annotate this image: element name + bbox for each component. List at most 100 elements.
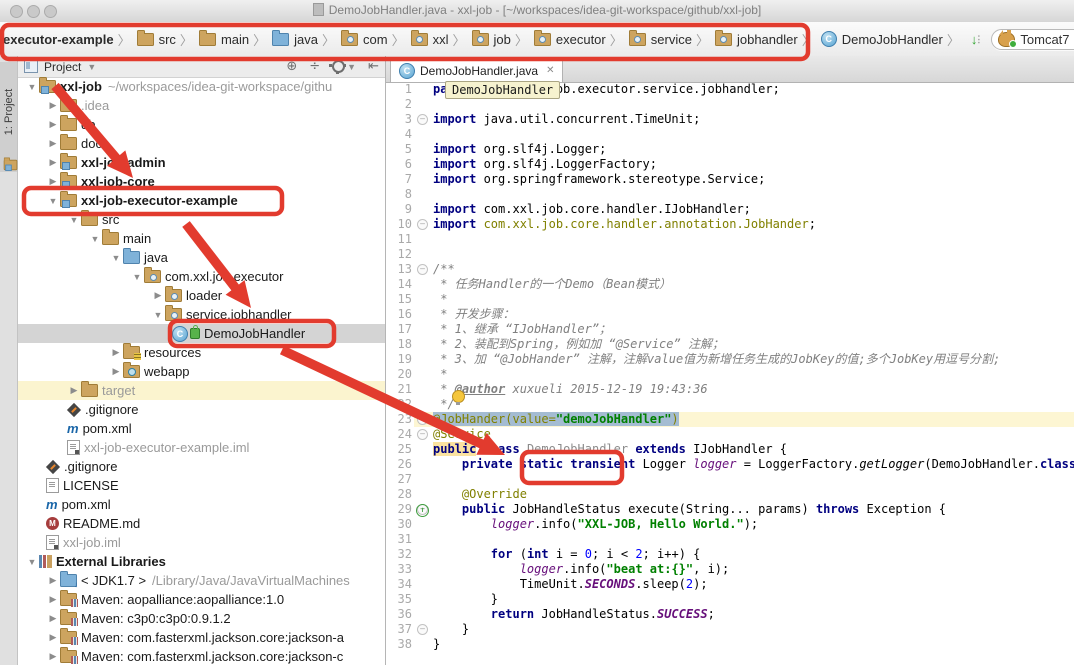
- breadcrumb-item-java[interactable]: java〉: [272, 30, 339, 49]
- collapse-arrow-icon[interactable]: ▼: [25, 82, 39, 92]
- tree-item-pom-xml[interactable]: mpom.xml: [18, 495, 385, 514]
- maven-file-icon: m: [67, 423, 79, 435]
- expand-arrow-icon[interactable]: ▶: [46, 100, 60, 111]
- breadcrumb-item-demojobhandler[interactable]: CDemoJobHandler〉: [821, 30, 964, 49]
- tree-item--gitignore[interactable]: .gitignore: [18, 457, 385, 476]
- tree-item--gitignore[interactable]: .gitignore: [18, 400, 385, 419]
- expand-arrow-icon[interactable]: ▶: [67, 385, 81, 396]
- collapse-arrow-icon[interactable]: ▼: [25, 557, 39, 567]
- breadcrumb-item-service[interactable]: service〉: [629, 30, 713, 49]
- expand-arrow-icon[interactable]: ▶: [46, 157, 60, 168]
- breadcrumb-item-com[interactable]: com〉: [341, 30, 409, 49]
- run-configuration-select[interactable]: Tomcat7 ▼: [991, 29, 1074, 50]
- breadcrumb-label: executor-example: [3, 32, 114, 47]
- locate-file-icon[interactable]: ⊕: [286, 59, 297, 74]
- tree-item-xxl-job[interactable]: ▼xxl-job~/workspaces/idea-git-workspace/…: [18, 77, 385, 96]
- settings-gear-icon[interactable]: ▼: [332, 60, 356, 73]
- maven-file-icon: m: [46, 499, 58, 511]
- collapse-arrow-icon[interactable]: ▼: [109, 253, 123, 263]
- tree-item-license[interactable]: LICENSE: [18, 476, 385, 495]
- tree-item-xxl-job-iml[interactable]: xxl-job.iml: [18, 533, 385, 552]
- collapse-arrow-icon[interactable]: ▼: [67, 215, 81, 225]
- expand-arrow-icon[interactable]: ▶: [46, 632, 60, 643]
- tree-item-pom-xml[interactable]: mpom.xml: [18, 419, 385, 438]
- breadcrumb-separator: 〉: [322, 30, 335, 49]
- expand-arrow-icon[interactable]: ▶: [46, 651, 60, 662]
- collapse-arrow-icon[interactable]: ▼: [46, 196, 60, 206]
- fold-marker-icon[interactable]: –: [417, 429, 428, 440]
- tree-item-external-libraries[interactable]: ▼External Libraries: [18, 552, 385, 571]
- tree-item-webapp[interactable]: ▶webapp: [18, 362, 385, 381]
- line-number: 18: [386, 337, 412, 352]
- expand-arrow-icon[interactable]: ▶: [109, 347, 123, 358]
- tree-item-xxl-job-admin[interactable]: ▶xxl-job-admin: [18, 153, 385, 172]
- tree-item-label: xxl-job-core: [81, 174, 155, 189]
- expand-arrow-icon[interactable]: ▶: [109, 366, 123, 377]
- tree-item-doc[interactable]: ▶doc: [18, 134, 385, 153]
- tree-item-xxl-job-executor-example-iml[interactable]: xxl-job-executor-example.iml: [18, 438, 385, 457]
- fold-marker-icon[interactable]: –: [417, 114, 428, 125]
- document-icon: [313, 3, 324, 16]
- line-number: 34: [386, 577, 412, 592]
- run-configuration-label: Tomcat7: [1020, 32, 1069, 47]
- tree-item-readme-md[interactable]: MREADME.md: [18, 514, 385, 533]
- tree-item-maven-c3p0-c3p0-0-9-1-2[interactable]: ▶Maven: c3p0:c3p0:0.9.1.2: [18, 609, 385, 628]
- line-number: 38: [386, 637, 412, 652]
- tree-item-maven-com-fasterxml-jackson-core-jackson-c[interactable]: ▶Maven: com.fasterxml.jackson.core:jacks…: [18, 647, 385, 665]
- expand-arrow-icon[interactable]: ▶: [46, 575, 60, 586]
- hide-panel-icon[interactable]: ⇤: [368, 59, 379, 74]
- expand-arrow-icon[interactable]: ▶: [46, 613, 60, 624]
- tree-item--jdk1-7-[interactable]: ▶< JDK1.7 >/Library/Java/JavaVirtualMach…: [18, 571, 385, 590]
- breadcrumb-item-executor[interactable]: executor〉: [534, 30, 627, 49]
- code-line-10: 10–import com.xxl.job.core.handler.annot…: [386, 217, 1074, 232]
- tree-item-label: .gitignore: [85, 402, 138, 417]
- breadcrumb-item-job[interactable]: job〉: [472, 30, 532, 49]
- tree-item-main[interactable]: ▼main: [18, 229, 385, 248]
- expand-arrow-icon[interactable]: ▶: [46, 138, 60, 149]
- breadcrumb-separator: 〉: [610, 30, 623, 49]
- code-line-27: 27: [386, 472, 1074, 487]
- tree-item-com-xxl-job-executor[interactable]: ▼com.xxl.job.executor: [18, 267, 385, 286]
- breadcrumb-item-xxl[interactable]: xxl〉: [411, 30, 470, 49]
- fold-marker-icon[interactable]: –: [417, 264, 428, 275]
- tree-item--idea[interactable]: ▶.idea: [18, 96, 385, 115]
- select-in-down-icon[interactable]: ↓: [971, 32, 978, 47]
- tree-item-java[interactable]: ▼java: [18, 248, 385, 267]
- tree-item-xxl-job-executor-example[interactable]: ▼xxl-job-executor-example: [18, 191, 385, 210]
- expand-arrow-icon[interactable]: ▶: [151, 290, 165, 301]
- close-icon[interactable]: ✕: [546, 65, 554, 76]
- tree-item-maven-com-fasterxml-jackson-core-jackson-a[interactable]: ▶Maven: com.fasterxml.jackson.core:jacks…: [18, 628, 385, 647]
- code-area[interactable]: 1package com.xxl.job.executor.service.jo…: [386, 82, 1074, 665]
- collapse-arrow-icon[interactable]: ▼: [130, 272, 144, 282]
- tree-item-target[interactable]: ▶target: [18, 381, 385, 400]
- tree-item-service-jobhandler[interactable]: ▼service.jobhandler: [18, 305, 385, 324]
- line-number: 14: [386, 277, 412, 292]
- tree-item-loader[interactable]: ▶loader: [18, 286, 385, 305]
- expand-arrow-icon[interactable]: ▶: [46, 594, 60, 605]
- tree-item-demojobhandler[interactable]: CDemoJobHandler: [18, 324, 385, 343]
- expand-arrow-icon[interactable]: ▶: [46, 119, 60, 130]
- breadcrumb-item-executor-example[interactable]: executor-example〉: [3, 30, 135, 49]
- tree-item-maven-aopalliance-aopalliance-1-0[interactable]: ▶Maven: aopalliance:aopalliance:1.0: [18, 590, 385, 609]
- breadcrumb-label: jobhandler: [737, 32, 798, 47]
- chevron-down-icon[interactable]: ▼: [87, 62, 96, 72]
- fold-marker-icon[interactable]: –: [417, 624, 428, 635]
- tree-item-xxl-job-core[interactable]: ▶ xxl-job-core: [18, 172, 385, 191]
- breadcrumb-item-src[interactable]: src〉: [137, 30, 197, 49]
- collapse-arrow-icon[interactable]: ▼: [88, 234, 102, 244]
- collapse-arrow-icon[interactable]: ▼: [151, 310, 165, 320]
- code-line-34: 34 TimeUnit.SECONDS.sleep(2);: [386, 577, 1074, 592]
- expand-arrow-icon[interactable]: ▶: [46, 176, 60, 187]
- breadcrumb-item-jobhandler[interactable]: jobhandler〉: [715, 30, 819, 49]
- collapse-all-icon[interactable]: ÷: [309, 59, 320, 74]
- tool-window-tab-project[interactable]: 1: Project: [0, 62, 17, 172]
- editor-tab-demojobhandler[interactable]: C DemoJobHandler.java ✕: [390, 58, 563, 82]
- breadcrumb-item-main[interactable]: main〉: [199, 30, 270, 49]
- intention-bulb-icon[interactable]: [452, 390, 465, 403]
- fold-marker-icon[interactable]: –: [417, 219, 428, 230]
- tree-item-src[interactable]: ▼src: [18, 210, 385, 229]
- override-gutter-icon[interactable]: ↑: [416, 504, 429, 517]
- tree-item-db[interactable]: ▶db: [18, 115, 385, 134]
- fold-marker-icon[interactable]: –: [417, 414, 428, 425]
- tree-item-resources[interactable]: ▶resources: [18, 343, 385, 362]
